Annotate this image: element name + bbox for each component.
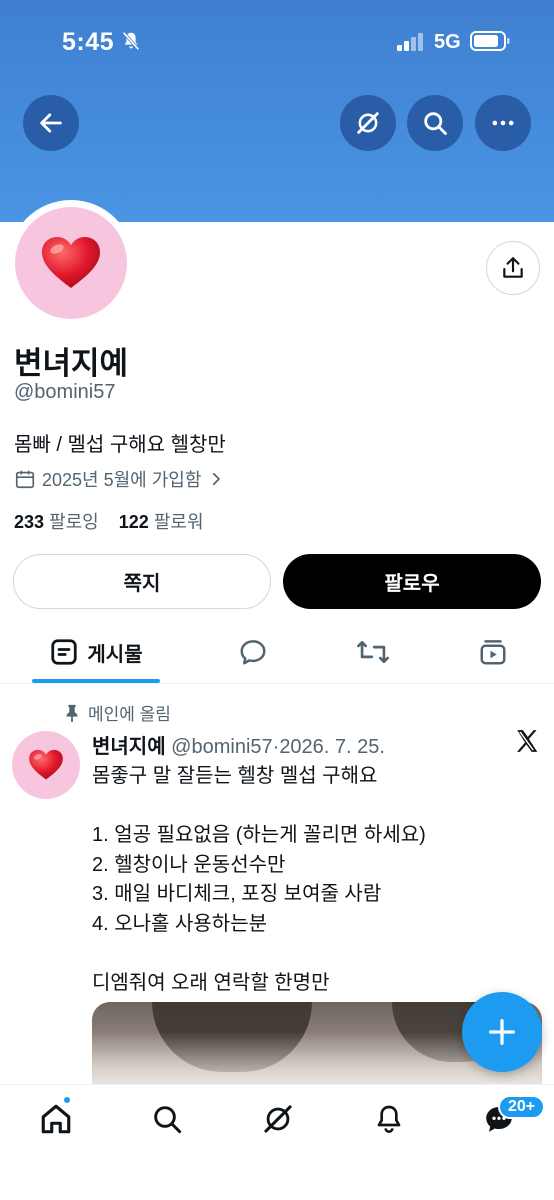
share-button[interactable]	[486, 241, 540, 295]
post-line: 3. 매일 바디체크, 포징 보여줄 사람	[92, 883, 382, 905]
status-time: 5:45	[62, 28, 115, 56]
post-text: 몸좋구 말 잘듣는 헬창 멜섭 구해요 1. 얼공 필요없음 (하는게 꼴리면 …	[92, 762, 426, 998]
following-label: 팔로잉	[49, 512, 99, 532]
followers-count: 122	[118, 512, 149, 532]
plus-icon	[489, 1019, 515, 1045]
heart-icon	[42, 237, 100, 288]
joined-text: 2025년 5월에 가입함	[42, 470, 202, 490]
post-line	[92, 792, 426, 822]
active-tab-indicator	[32, 679, 160, 683]
pin-icon	[66, 704, 78, 722]
profile-tabs: 게시물	[0, 622, 554, 684]
followers-label: 팔로워	[153, 512, 204, 532]
more-icon	[492, 120, 514, 126]
profile-bio: 몸빠 / 멜섭 구해요 헬창만	[14, 434, 226, 456]
profile-handle: @bomini57	[14, 381, 116, 403]
post-author-handle[interactable]: @bomini57	[171, 736, 272, 758]
follow-stats: 233 팔로잉 122 팔로워	[14, 508, 204, 534]
heart-icon	[29, 749, 63, 780]
more-button[interactable]	[475, 95, 531, 151]
reply-icon	[240, 640, 266, 665]
followers-link[interactable]: 122 팔로워	[119, 512, 204, 532]
search-button[interactable]	[407, 95, 463, 151]
nav-grok[interactable]	[258, 1099, 298, 1139]
chevron-right-icon[interactable]	[207, 470, 225, 488]
tab-media[interactable]	[472, 622, 514, 682]
x-logo-icon	[517, 730, 538, 752]
tab-reposts[interactable]	[352, 622, 394, 682]
follow-button[interactable]: 팔로우	[283, 554, 541, 609]
display-name: 변녀지예	[14, 346, 129, 381]
post-line: 1. 얼공 필요없음 (하는게 꼴리면 하세요)	[92, 824, 426, 846]
following-link[interactable]: 233 팔로잉	[14, 512, 99, 532]
pinned-text: 메인에 올림	[88, 705, 171, 724]
calendar-icon	[15, 470, 35, 489]
bell-icon	[377, 1105, 401, 1133]
bell-muted-icon	[122, 31, 140, 51]
nav-notifications[interactable]	[369, 1099, 409, 1139]
message-button[interactable]: 쪽지	[13, 554, 271, 609]
joined-date: 2025년 5월에 가입함	[14, 466, 225, 492]
avatar-background	[15, 207, 127, 319]
posts-icon	[51, 639, 78, 665]
share-icon	[503, 257, 523, 278]
post-header: 변녀지예 @bomini57·2026. 7. 25.	[92, 730, 385, 759]
post-line: 2. 헬창이나 운동선수만	[92, 853, 286, 876]
post-line: 몸좋구 말 잘듣는 헬창 멜섭 구해요	[92, 765, 378, 787]
following-count: 233	[14, 512, 45, 532]
tab-posts[interactable]: 게시물	[32, 622, 160, 682]
profile-avatar[interactable]	[8, 200, 134, 326]
messages-badge: 20+	[498, 1095, 546, 1119]
nav-search[interactable]	[147, 1099, 187, 1139]
bottom-nav: 20+	[0, 1084, 554, 1200]
tab-posts-label: 게시물	[87, 643, 143, 666]
post-line: 4. 오나홀 사용하는분	[92, 912, 267, 935]
post-avatar[interactable]	[12, 731, 80, 799]
home-icon	[41, 1104, 71, 1134]
grok-icon	[264, 1105, 292, 1133]
home-notification-dot	[62, 1095, 72, 1105]
search-icon	[154, 1106, 182, 1134]
network-type: 5G	[434, 31, 461, 53]
grok-icon	[357, 112, 379, 134]
arrow-left-icon	[40, 113, 62, 133]
post-line	[92, 939, 426, 969]
repost-icon	[357, 640, 389, 664]
signal-icon	[397, 33, 423, 51]
post-date[interactable]: 2026. 7. 25.	[279, 736, 385, 758]
status-bar: 5:45 5G	[0, 0, 554, 86]
video-icon	[480, 640, 506, 665]
grok-button[interactable]	[340, 95, 396, 151]
search-icon	[424, 112, 447, 135]
compose-button[interactable]	[462, 992, 542, 1072]
nav-home[interactable]	[36, 1099, 76, 1139]
back-button[interactable]	[23, 95, 79, 151]
post-line: 디엠줘여 오래 연락할 한명만	[92, 971, 330, 994]
post-author-name[interactable]: 변녀지예	[92, 736, 166, 758]
pinned-label: 메인에 올림	[64, 700, 171, 725]
tab-replies[interactable]	[232, 622, 274, 682]
battery-icon	[470, 31, 510, 51]
